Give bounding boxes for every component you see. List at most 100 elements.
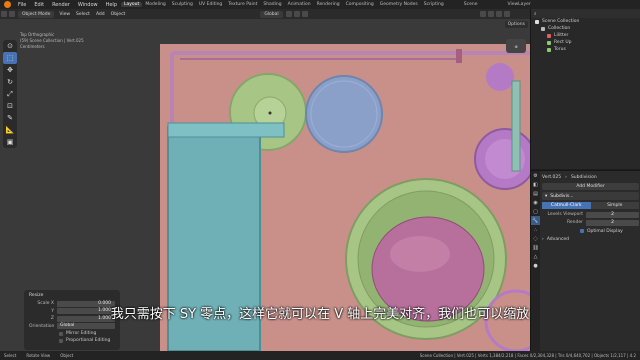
tab-compositing[interactable]: Compositing	[343, 2, 377, 7]
render-levels-field[interactable]: 2	[586, 219, 639, 226]
menu-select[interactable]: Select	[73, 12, 93, 17]
proportional-icon[interactable]	[301, 11, 308, 17]
render-tab-icon[interactable]: ◧	[531, 180, 540, 189]
tab-layout[interactable]: Layout	[121, 2, 143, 7]
outliner-search-icon[interactable]: ⌕	[534, 11, 537, 17]
advanced-expand-icon[interactable]: ›	[542, 237, 544, 242]
status-stats: Scene Collection | Vert.025 | Verts 1,38…	[419, 353, 636, 358]
scene-tab-icon[interactable]: ◉	[531, 198, 540, 207]
proportional-editing-box[interactable]	[59, 338, 63, 343]
material-tab-icon[interactable]: ●	[531, 261, 540, 270]
menu-window[interactable]: Window	[74, 2, 102, 8]
move-icon[interactable]: ✥	[3, 64, 17, 76]
cursor-icon[interactable]: ⊙	[3, 40, 17, 52]
output-tab-icon[interactable]: ▤	[531, 189, 540, 198]
view-layer-selector[interactable]: ViewLayer	[505, 2, 534, 7]
object-icon	[547, 40, 551, 45]
shading-material-icon[interactable]	[503, 11, 510, 17]
advanced-panel[interactable]: › Advanced	[542, 235, 639, 243]
purple-knob	[486, 63, 514, 91]
object-icon	[547, 47, 551, 52]
properties-tabs: ⚙ ◧ ▤ ◉ ▢ 🔧 ∴ ◌ ⛓ △ ●	[531, 171, 540, 352]
modifier-expand-icon[interactable]: ▾	[545, 194, 547, 199]
mirror-editing-checkbox[interactable]: Mirror Editing	[29, 330, 115, 337]
tab-scripting[interactable]: Scripting	[421, 2, 447, 7]
menu-file[interactable]: File	[14, 2, 30, 8]
editor-type-icon[interactable]	[1, 11, 7, 17]
tab-shading[interactable]: Shading	[260, 2, 284, 7]
status-select: Select	[4, 353, 17, 358]
outliner-row-scene-collection[interactable]: Scene Collection	[531, 18, 640, 25]
tab-geometry-nodes[interactable]: Geometry Nodes	[377, 2, 421, 7]
modifier-context[interactable]: Subdivision	[571, 175, 597, 180]
menu-object[interactable]: Object	[108, 12, 129, 17]
tab-sculpting[interactable]: Sculpting	[169, 2, 196, 7]
physics-tab-icon[interactable]: ◌	[531, 234, 540, 243]
add-cube-icon[interactable]: ▣	[3, 136, 17, 148]
teal-post	[511, 80, 521, 172]
status-bar: Select Rotate View Object Scene Collecti…	[0, 351, 640, 360]
tool-shelf: ⊙ ⬚ ✥ ↻ ⤢ ⊡ ✎ 📐 ▣	[3, 40, 17, 148]
top-bar: File Edit Render Window Help Layout Mode…	[0, 0, 640, 9]
tab-rendering[interactable]: Rendering	[314, 2, 343, 7]
object-name[interactable]: Vert.025	[542, 175, 561, 180]
outliner-row-torus[interactable]: Torus	[531, 46, 640, 53]
options-button[interactable]: Options	[504, 21, 528, 28]
navigation-gizmo-icon[interactable]: ⊕	[506, 39, 526, 53]
transform-icon[interactable]: ⊡	[3, 100, 17, 112]
collection-icon	[535, 19, 539, 24]
rotate-icon[interactable]: ↻	[3, 76, 17, 88]
orientation-dropdown[interactable]: Global	[57, 323, 115, 330]
select-mode-icon[interactable]	[9, 11, 15, 17]
outliner-row-lilitter[interactable]: Lilitter	[531, 32, 640, 39]
modifier-header[interactable]: ▾ Subdivis...	[542, 192, 639, 200]
outliner-row-collection[interactable]: Collection	[531, 25, 640, 32]
menu-render[interactable]: Render	[48, 2, 74, 8]
scale-icon[interactable]: ⤢	[3, 88, 17, 100]
outliner-row-label: Collection	[548, 26, 571, 31]
tab-texture-paint[interactable]: Texture Paint	[225, 2, 260, 7]
select-box-icon[interactable]: ⬚	[3, 52, 17, 64]
data-tab-icon[interactable]: △	[531, 252, 540, 261]
annotate-icon[interactable]: ✎	[3, 112, 17, 124]
tab-uv-editing[interactable]: UV Editing	[196, 2, 225, 7]
menu-add[interactable]: Add	[93, 12, 108, 17]
mirror-editing-box[interactable]	[59, 331, 63, 336]
tool-tab-icon[interactable]: ⚙	[531, 171, 540, 180]
mode-dropdown[interactable]: Object Mode	[18, 10, 55, 18]
catmull-clark-button[interactable]: Catmull-Clark	[542, 202, 591, 209]
outliner-row-label: Torus	[554, 47, 566, 52]
visibility-icon[interactable]	[479, 11, 486, 17]
resize-title[interactable]: Resize	[29, 293, 115, 300]
outliner-row-rect-up[interactable]: Rect Up	[531, 39, 640, 46]
object-tab-icon[interactable]: ▢	[531, 207, 540, 216]
orientation-label: Orientation	[29, 323, 55, 329]
tab-modeling[interactable]: Modeling	[142, 2, 168, 7]
levels-viewport-field[interactable]: 2	[586, 211, 639, 218]
add-modifier-button[interactable]: Add Modifier	[542, 183, 639, 190]
modifier-name-field[interactable]: Subdivis...	[550, 194, 573, 199]
optimal-display-checkbox[interactable]: Optimal Display	[542, 227, 639, 235]
blender-logo-icon[interactable]	[4, 1, 11, 8]
menu-help[interactable]: Help	[102, 2, 121, 8]
outliner-panel: ⌕ Scene Collection Collection Lilitter R…	[530, 9, 640, 169]
optimal-display-box[interactable]	[580, 229, 584, 233]
overlay-icon[interactable]	[487, 11, 494, 17]
particles-tab-icon[interactable]: ∴	[531, 225, 540, 234]
measure-icon[interactable]: 📐	[3, 124, 17, 136]
constraint-tab-icon[interactable]: ⛓	[531, 243, 540, 252]
outliner-row-label: Rect Up	[554, 40, 572, 45]
simple-button[interactable]: Simple	[590, 202, 639, 209]
pivot-icon[interactable]	[285, 11, 292, 17]
shading-solid-icon[interactable]	[495, 11, 502, 17]
snap-icon[interactable]	[293, 11, 300, 17]
modifier-tab-icon[interactable]: 🔧	[531, 216, 540, 225]
menu-edit[interactable]: Edit	[30, 2, 48, 8]
outliner-row-label: Lilitter	[554, 33, 569, 38]
tab-animation[interactable]: Animation	[285, 2, 314, 7]
subdivision-mode-toggle[interactable]: Catmull-Clark Simple	[542, 202, 639, 209]
menu-view[interactable]: View	[56, 12, 73, 17]
scene-selector[interactable]: Scene	[461, 2, 481, 7]
proportional-editing-checkbox[interactable]: Proportional Editing	[29, 337, 115, 344]
transform-orientation-dropdown[interactable]: Global	[260, 10, 283, 18]
